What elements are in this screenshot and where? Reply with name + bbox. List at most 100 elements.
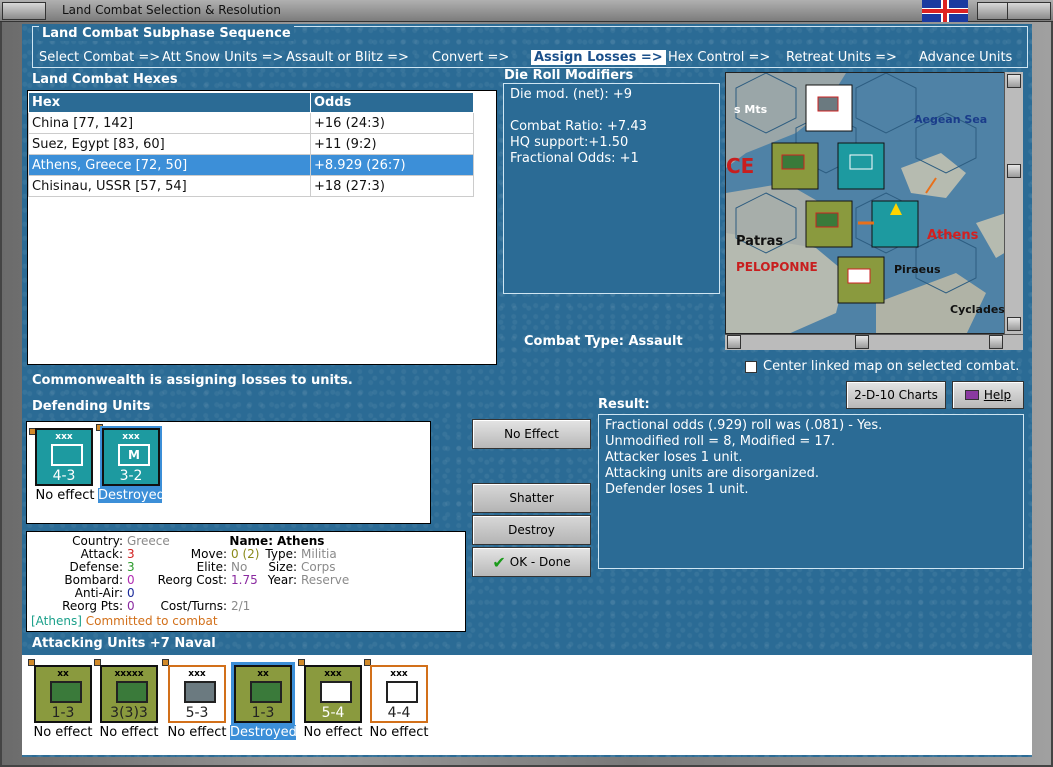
step-convert: Convert => [432, 50, 510, 65]
result-line: Attacker loses 1 unit. [605, 450, 743, 465]
unit-counter-selected[interactable]: xx 1-3 [234, 665, 292, 723]
defending-title: Defending Units [32, 399, 151, 414]
checkmark-icon: ✔ [492, 552, 506, 572]
result-line: Defender loses 1 unit. [605, 482, 749, 497]
mountain-symbol-icon [320, 681, 352, 703]
title-bar: Land Combat Selection & Resolution [0, 0, 1053, 22]
map-label-aegean: Aegean Sea [914, 113, 987, 126]
no-effect-button[interactable]: No Effect [472, 419, 591, 449]
committed-line: [Athens] Committed to combat [31, 614, 218, 628]
unit-counter[interactable]: xxxxx 3(3)3 [100, 665, 158, 723]
hex-cell: Suez, Egypt [83, 60] [28, 133, 311, 155]
ok-done-button[interactable]: ✔ OK - Done [472, 547, 591, 577]
die-roll-line: HQ support:+1.50 [510, 135, 629, 150]
type-label: Type: [265, 547, 297, 561]
close-button[interactable] [1007, 2, 1051, 20]
unit-caption: No effect [33, 725, 93, 740]
unit-strength: 4-3 [52, 468, 76, 484]
infantry-symbol-icon [51, 444, 83, 466]
map-label-patras: Patras [736, 234, 783, 249]
uk-flag-icon [922, 0, 968, 22]
system-menu-button[interactable] [2, 2, 46, 20]
unit-counter[interactable]: xxx 5-4 [304, 665, 362, 723]
unit-size: xxxxx [114, 669, 144, 679]
reorgcost-label: Reorg Cost: [157, 573, 227, 587]
unit-size: xxx [390, 669, 408, 679]
scroll-thumb[interactable] [1007, 164, 1021, 178]
map-label-cyclades: Cyclades [950, 303, 1005, 316]
step-select-combat: Select Combat => [39, 50, 161, 65]
unit-strength: 3-2 [119, 468, 143, 484]
type-value: Militia [301, 547, 337, 561]
scroll-down-button[interactable] [1007, 317, 1021, 331]
map-label-piraeus: Piraeus [894, 263, 941, 276]
unit-counter[interactable]: xx 1-3 [34, 665, 92, 723]
charts-button[interactable]: 2-D-10 Charts [846, 381, 946, 409]
bombard-label: Bombard: [64, 573, 123, 587]
map-label-mts: s Mts [734, 103, 768, 116]
table-row[interactable]: China [77, 142] +16 (24:3) [28, 112, 474, 134]
unit-counter[interactable]: xxx 5-3 [168, 665, 226, 723]
combat-type: Combat Type: Assault [524, 334, 683, 349]
die-roll-panel: Die mod. (net): +9 Combat Ratio: +7.43 H… [503, 83, 720, 294]
help-label: Help [983, 388, 1012, 402]
result-title: Result: [598, 397, 650, 412]
center-map-label: Center linked map on selected combat. [763, 359, 1020, 374]
size-label: Size: [268, 560, 297, 574]
step-retreat-units: Retreat Units => [786, 50, 897, 65]
map-canvas: s Mts Aegean Sea Patras Athens PELOPONNE… [726, 73, 1022, 333]
unit-strength: 1-3 [251, 705, 275, 721]
step-att-snow-units: Att Snow Units => [162, 50, 284, 65]
die-roll-line: Combat Ratio: +7.43 [510, 119, 647, 134]
hexes-table: Hex Odds China [77, 142] +16 (24:3) Suez,… [28, 92, 474, 197]
hex-cell: Chisinau, USSR [57, 54] [28, 175, 311, 197]
infantry-symbol-icon [250, 681, 282, 703]
unit-caption: No effect [167, 725, 227, 740]
unit-caption: No effect [303, 725, 363, 740]
unit-counter[interactable]: xxx 4-3 [35, 428, 93, 486]
destroy-button[interactable]: Destroy [472, 515, 591, 545]
militia-symbol-icon: M [118, 444, 150, 466]
map-horizontal-scrollbar[interactable] [725, 334, 1023, 350]
table-row-selected[interactable]: Athens, Greece [72, 50] +8.929 (26:7) [28, 154, 474, 176]
table-row[interactable]: Suez, Egypt [83, 60] +11 (9:2) [28, 133, 474, 155]
step-assign-losses: Assign Losses => [531, 50, 666, 65]
scroll-left-button[interactable] [727, 335, 741, 349]
die-roll-line [510, 103, 713, 119]
scroll-thumb[interactable] [855, 335, 869, 349]
attack-label: Attack: [80, 547, 123, 561]
scroll-right-button[interactable] [989, 335, 1003, 349]
result-line: Fractional odds (.929) roll was (.081) -… [605, 418, 883, 433]
country-value: Greece [127, 534, 170, 548]
odds-cell: +16 (24:3) [310, 112, 474, 134]
window-title: Land Combat Selection & Resolution [62, 3, 281, 17]
shatter-button[interactable]: Shatter [472, 483, 591, 513]
col-hex[interactable]: Hex [28, 92, 311, 113]
result-panel: Fractional odds (.929) roll was (.081) -… [598, 414, 1024, 569]
unit-strength: 1-3 [51, 705, 75, 721]
table-row[interactable]: Chisinau, USSR [57, 54] +18 (27:3) [28, 175, 474, 197]
unit-caption: Destroyed [230, 725, 297, 740]
unit-counter[interactable]: xxx 4-4 [370, 665, 428, 723]
move-label: Move: [190, 547, 227, 561]
center-map-checkbox[interactable] [745, 361, 757, 373]
main-panel: Land Combat Subphase Sequence Select Com… [22, 24, 1032, 757]
unit-strength: 5-4 [321, 705, 345, 721]
scroll-up-button[interactable] [1007, 74, 1021, 88]
size-value: Corps [301, 560, 336, 574]
map-vertical-scrollbar[interactable] [1004, 72, 1023, 334]
hex-cell: Athens, Greece [72, 50] [28, 154, 311, 176]
unit-strength: 4-4 [387, 705, 411, 721]
unit-size: xxx [188, 669, 206, 679]
unit-info-panel: Country: Greece Attack: 3 Defense: 3 Bom… [26, 531, 466, 632]
costturns-value: 2/1 [231, 599, 251, 613]
committed-text: Committed to combat [81, 614, 218, 628]
antiair-label: Anti-Air: [74, 586, 123, 600]
unit-size: xxx [324, 669, 342, 679]
result-line: Unmodified roll = 8, Modified = 17. [605, 434, 836, 449]
unit-size: xxx [55, 432, 73, 442]
col-odds[interactable]: Odds [310, 92, 474, 113]
linked-map[interactable]: s Mts Aegean Sea Patras Athens PELOPONNE… [725, 72, 1023, 334]
unit-counter-selected[interactable]: xxx M 3-2 [102, 428, 160, 486]
help-button[interactable]: Help [952, 381, 1024, 409]
